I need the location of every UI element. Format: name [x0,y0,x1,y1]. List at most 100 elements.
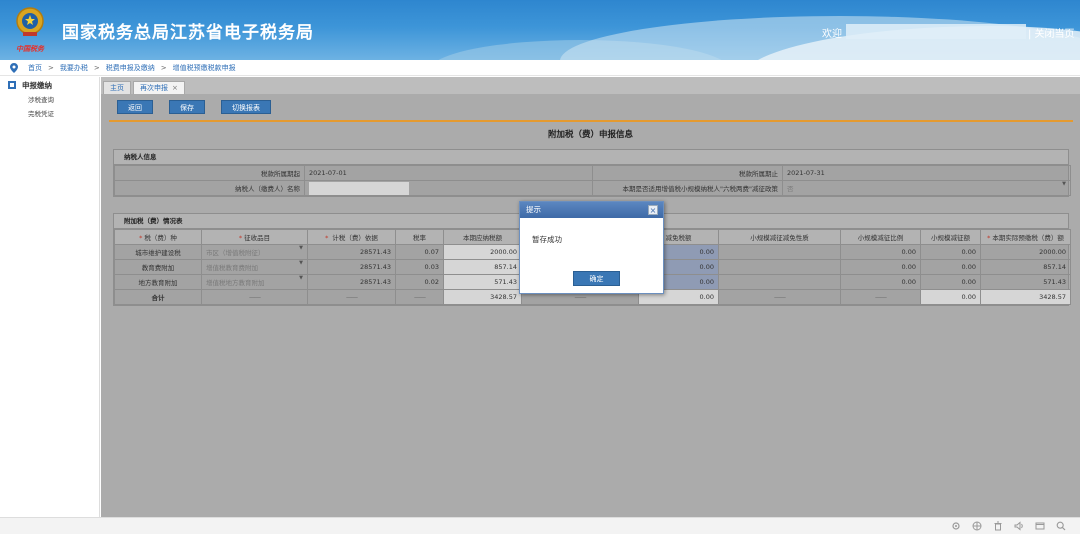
close-page-link[interactable]: | 关闭当页 [1028,25,1075,40]
rate-cell: 0.07 [395,244,444,260]
dialog-title-bar: 提示 × [520,202,663,218]
dash-cell: —— [307,289,396,305]
dialog-message: 暂存成功 [532,235,562,244]
col-tax-type: * 税（费）种 [114,229,202,245]
sidebar: 申报缴纳 涉税查询 完税凭证 [0,77,100,517]
ok-button[interactable]: 确定 [573,271,620,286]
save-button[interactable]: 保存 [169,100,205,114]
tab-label: 再次申报 [140,84,168,92]
taxpayer-name-field[interactable] [309,181,409,195]
close-icon[interactable]: × [648,205,658,215]
payable-cell: 2000.00 [443,244,522,260]
total-label: 合计 [114,289,202,305]
col-actual: * 本期实际预缴税（费）额 [980,229,1071,245]
column-header: 本期应纳税额 [463,234,502,242]
dropdown-arrow-icon: ▼ [1062,181,1066,188]
sidebar-group-label: 申报缴纳 [22,80,52,90]
total-small-amount: 0.00 [920,289,981,305]
taxpayer-name-label: 纳税人（缴费人）名称 [114,180,305,196]
column-header: * 征收品目 [239,234,270,242]
column-header: * 税（费）种 [139,234,177,242]
item-select-value: 增值税地方教育附加 [206,279,265,287]
divider [109,120,1073,122]
site-header: 中国税务 国家税务总局江苏省电子税务局 欢迎 | 关闭当页 [0,0,1080,60]
dash-cell: —— [718,289,841,305]
tab-home[interactable]: 主页 [103,81,131,94]
form-title: 附加税（费）申报信息 [547,130,633,140]
trash-icon[interactable] [993,521,1003,531]
status-bar [0,517,1080,534]
tax-type-cell: 城市维护建设税 [114,244,202,260]
taxpayer-name-cell [304,180,593,196]
column-header: * 本期实际预缴税（费）额 [987,234,1064,242]
search-icon[interactable] [1056,521,1066,531]
base-cell[interactable]: 28571.43 [307,274,396,290]
small-amount-cell: 0.00 [920,259,981,275]
breadcrumb-home[interactable]: 首页 [28,63,42,73]
base-cell[interactable]: 28571.43 [307,244,396,260]
dash-cell: —— [395,289,444,305]
base-cell[interactable]: 28571.43 [307,259,396,275]
breadcrumb: 首页 > 我要办税 > 税费申报及缴纳 > 增值税预缴税款申报 [0,60,1080,76]
section-title: 纳税人信息 [114,150,1068,165]
small-amount-cell: 0.00 [920,274,981,290]
col-item: * 征收品目 [201,229,308,245]
policy-select-value: 否 [787,185,794,193]
item-select[interactable]: 增值税教育费附加 ▼ [201,259,308,275]
actual-cell: 2000.00 [980,244,1071,260]
policy-select[interactable]: 否 ▼ [782,180,1071,196]
period-end-value: 2021-07-31 [782,165,1071,181]
required-mark: * [325,234,329,242]
sidebar-item-query[interactable]: 涉税查询 [0,93,99,107]
main-content: 主页 再次申报 × 返回 保存 切换报表 附加税（费）申报信息 纳税人信息 税款所… [101,77,1080,517]
rate-cell: 0.02 [395,274,444,290]
dash-cell: —— [840,289,921,305]
column-header-text: 征收品目 [244,234,271,242]
payable-cell: 571.43 [443,274,522,290]
location-pin-icon [10,62,18,73]
site-title: 国家税务总局江苏省电子税务局 [62,23,314,43]
period-end-label: 税款所属期止 [592,165,783,181]
sidebar-group-declare[interactable]: 申报缴纳 [0,77,99,93]
back-button[interactable]: 返回 [117,100,153,114]
user-name-redacted [846,24,1026,39]
dialog-title: 提示 [526,205,541,214]
column-header: 小规模减征额 [931,234,970,242]
header-motto: 中国税务 [16,45,44,53]
tab-bar: 主页 再次申报 × [101,77,1080,94]
switch-report-button[interactable]: 切换报表 [221,100,271,114]
dropdown-arrow-icon: ▼ [299,275,303,282]
sidebar-item-certificate[interactable]: 完税凭证 [0,107,99,121]
tab-redeclare[interactable]: 再次申报 × [133,81,185,94]
col-payable: 本期应纳税额 [443,229,522,245]
speaker-icon[interactable] [1014,521,1024,531]
small-nature-cell[interactable] [718,259,841,275]
breadcrumb-declare[interactable]: 税费申报及缴纳 [106,63,155,73]
item-select[interactable]: 增值税地方教育附加 ▼ [201,274,308,290]
welcome-text: 欢迎 [822,29,842,40]
small-amount-cell: 0.00 [920,244,981,260]
period-start-value: 2021-07-01 [304,165,593,181]
breadcrumb-current[interactable]: 增值税预缴税款申报 [173,63,236,73]
globe-icon[interactable] [972,521,982,531]
col-small-nature: 小规模减征减免性质 [718,229,841,245]
policy-label: 本期是否适用增值税小规模纳税人"六税两费"减征政策 [592,180,783,196]
tab-label: 主页 [110,84,124,92]
settings-icon[interactable] [951,521,961,531]
item-select[interactable]: 市区（增值税附征） ▼ [201,244,308,260]
taxpayer-info-table: 税款所属期起 2021-07-01 税款所属期止 2021-07-31 纳税人（… [114,165,1071,196]
payable-cell: 857.14 [443,259,522,275]
column-header-text: 税（费）种 [144,234,177,242]
actual-cell: 857.14 [980,259,1071,275]
rate-cell: 0.03 [395,259,444,275]
small-nature-cell[interactable] [718,274,841,290]
taxpayer-info-section: 纳税人信息 税款所属期起 2021-07-01 税款所属期止 2021-07-3… [113,149,1071,197]
breadcrumb-separator: > [160,63,167,72]
dash-cell: —— [201,289,308,305]
breadcrumb-tax[interactable]: 我要办税 [60,63,88,73]
col-base: * 计税（费）依据 [307,229,396,245]
window-icon[interactable] [1035,521,1045,531]
small-nature-cell[interactable] [718,244,841,260]
col-small-amount: 小规模减征额 [920,229,981,245]
tab-close-icon[interactable]: × [172,84,178,92]
